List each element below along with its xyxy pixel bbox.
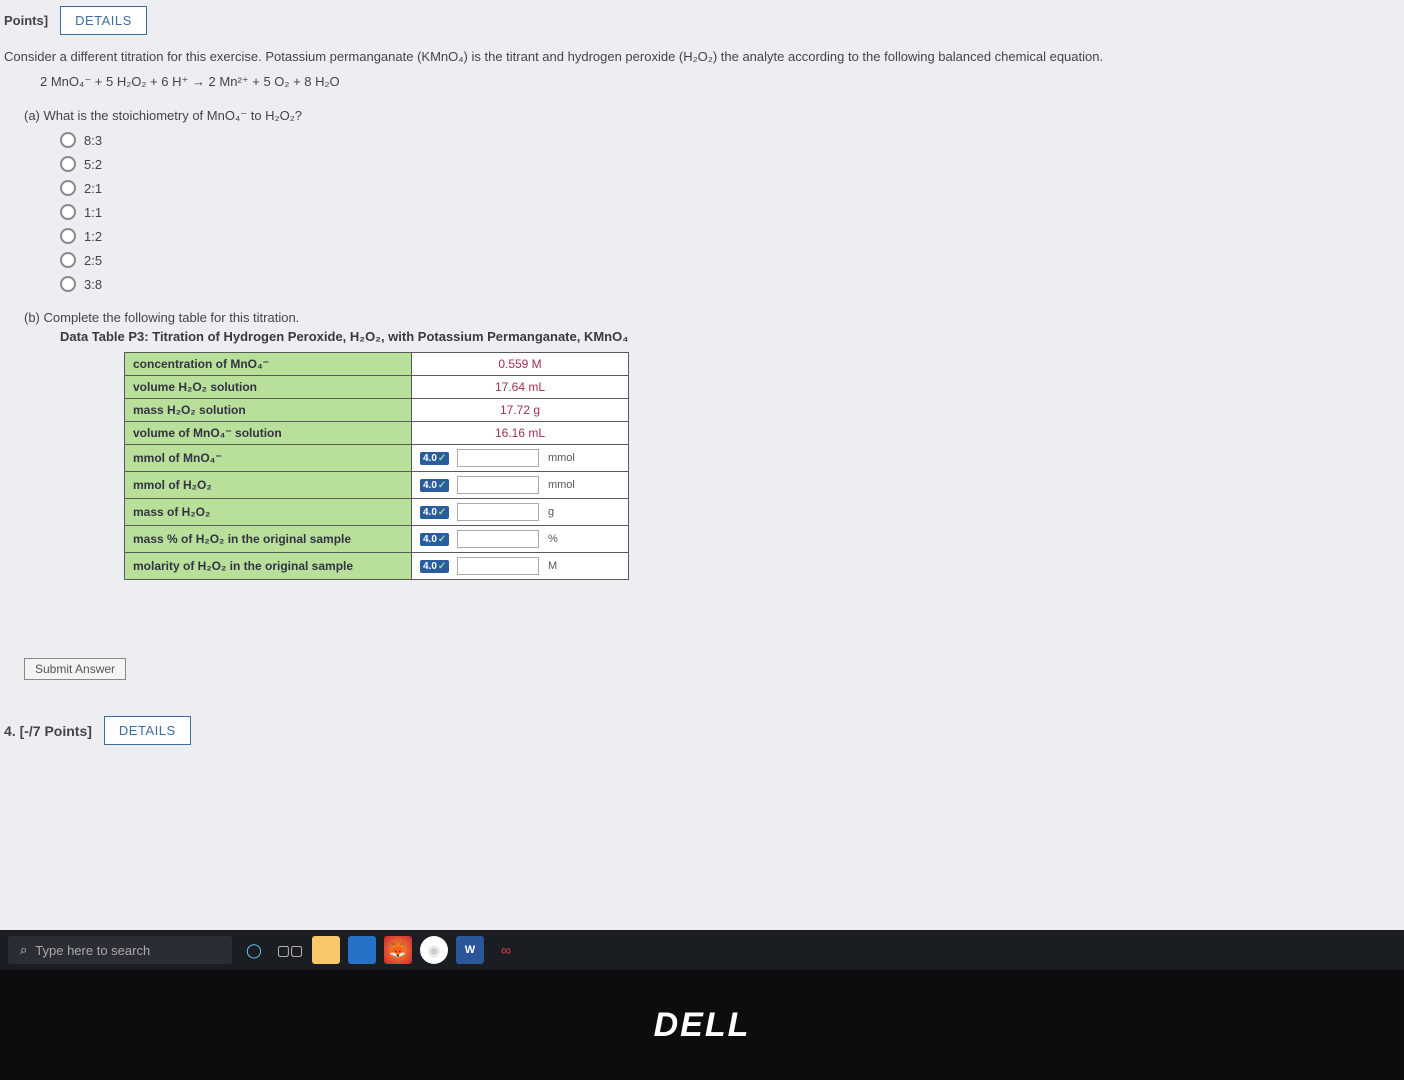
chrome-icon[interactable]: ◉: [420, 936, 448, 964]
option-label: 2:1: [84, 181, 102, 196]
row-label: mass % of H₂O₂ in the original sample: [125, 526, 412, 553]
word-icon[interactable]: W: [456, 936, 484, 964]
part-b-prompt: (b) Complete the following table for thi…: [24, 310, 1380, 325]
marvin-badge-icon[interactable]: 4.0✓: [420, 533, 449, 546]
option-label: 8:3: [84, 133, 102, 148]
option-label: 1:2: [84, 229, 102, 244]
row-label: mmol of H₂O₂: [125, 472, 412, 499]
table-row: concentration of MnO₄⁻ 0.559 M: [125, 353, 629, 376]
row-value: 16.16 mL: [412, 422, 629, 445]
marvin-badge-icon[interactable]: 4.0✓: [420, 479, 449, 492]
table-row: mmol of H₂O₂ 4.0✓ mmol: [125, 472, 629, 499]
part-a: (a) What is the stoichiometry of MnO₄⁻ t…: [24, 108, 1380, 292]
table-row: mass of H₂O₂ 4.0✓ g: [125, 499, 629, 526]
details-button[interactable]: DETAILS: [60, 6, 147, 35]
dell-logo: DELL: [654, 1006, 751, 1045]
task-view-icon[interactable]: ▢▢: [276, 936, 304, 964]
chemical-equation: 2 MnO₄⁻ + 5 H₂O₂ + 6 H⁺ → 2 Mn²⁺ + 5 O₂ …: [40, 74, 1364, 90]
radio-icon: [60, 156, 76, 172]
answer-cell: 4.0✓ g: [412, 499, 629, 526]
radio-option-list: 8:3 5:2 2:1 1:1 1:2 2:5: [60, 132, 1380, 292]
radio-option[interactable]: 1:2: [60, 228, 1380, 244]
answer-input[interactable]: [457, 449, 539, 467]
unit-label: g: [548, 506, 582, 518]
cortana-icon[interactable]: ◯: [240, 936, 268, 964]
row-value: 17.64 mL: [412, 376, 629, 399]
firefox-icon[interactable]: 🦊: [384, 936, 412, 964]
radio-icon: [60, 252, 76, 268]
app-icon[interactable]: ∞: [492, 936, 520, 964]
radio-option[interactable]: 2:5: [60, 252, 1380, 268]
radio-option[interactable]: 3:8: [60, 276, 1380, 292]
row-label: concentration of MnO₄⁻: [125, 353, 412, 376]
laptop-bezel: DELL: [0, 970, 1404, 1080]
answer-cell: 4.0✓ %: [412, 526, 629, 553]
part-a-prompt: (a) What is the stoichiometry of MnO₄⁻ t…: [24, 108, 1380, 124]
search-icon: ⌕: [20, 942, 27, 958]
answer-input[interactable]: [457, 557, 539, 575]
marvin-badge-icon[interactable]: 4.0✓: [420, 560, 449, 573]
radio-option[interactable]: 2:1: [60, 180, 1380, 196]
answer-input[interactable]: [457, 503, 539, 521]
answer-cell: 4.0✓ M: [412, 553, 629, 580]
unit-label: mmol: [548, 479, 582, 491]
data-table: concentration of MnO₄⁻ 0.559 M volume H₂…: [124, 352, 629, 580]
row-value: 17.72 g: [412, 399, 629, 422]
question-header: Points] DETAILS: [0, 0, 1404, 41]
row-label: mass H₂O₂ solution: [125, 399, 412, 422]
row-label: mmol of MnO₄⁻: [125, 445, 412, 472]
answer-cell: 4.0✓ mmol: [412, 472, 629, 499]
marvin-badge-icon[interactable]: 4.0✓: [420, 506, 449, 519]
row-label: volume H₂O₂ solution: [125, 376, 412, 399]
table-caption: Data Table P3: Titration of Hydrogen Per…: [60, 329, 1380, 344]
radio-icon: [60, 228, 76, 244]
option-label: 5:2: [84, 157, 102, 172]
row-label: molarity of H₂O₂ in the original sample: [125, 553, 412, 580]
radio-icon: [60, 204, 76, 220]
marvin-badge-icon[interactable]: 4.0✓: [420, 452, 449, 465]
row-label: mass of H₂O₂: [125, 499, 412, 526]
question-stem: Consider a different titration for this …: [4, 49, 1400, 64]
submit-answer-button[interactable]: Submit Answer: [24, 658, 126, 680]
taskbar-search[interactable]: ⌕ Type here to search: [8, 936, 232, 964]
next-points-label: 4. [-/7 Points]: [4, 723, 92, 739]
table-row: volume of MnO₄⁻ solution 16.16 mL: [125, 422, 629, 445]
part-b: (b) Complete the following table for thi…: [24, 310, 1380, 580]
points-label: Points]: [4, 13, 48, 28]
search-placeholder: Type here to search: [35, 943, 150, 958]
unit-label: mmol: [548, 452, 582, 464]
option-label: 3:8: [84, 277, 102, 292]
unit-label: %: [548, 533, 582, 545]
answer-input[interactable]: [457, 530, 539, 548]
radio-icon: [60, 132, 76, 148]
store-icon[interactable]: [348, 936, 376, 964]
table-row: volume H₂O₂ solution 17.64 mL: [125, 376, 629, 399]
webassign-page: Points] DETAILS Consider a different tit…: [0, 0, 1404, 930]
unit-label: M: [548, 560, 582, 572]
radio-option[interactable]: 5:2: [60, 156, 1380, 172]
answer-cell: 4.0✓ mmol: [412, 445, 629, 472]
next-question-header: 4. [-/7 Points] DETAILS: [0, 710, 1404, 751]
windows-taskbar[interactable]: ⌕ Type here to search ◯ ▢▢ 🦊 ◉ W ∞: [0, 930, 1404, 970]
file-explorer-icon[interactable]: [312, 936, 340, 964]
radio-option[interactable]: 1:1: [60, 204, 1380, 220]
table-row: mass % of H₂O₂ in the original sample 4.…: [125, 526, 629, 553]
option-label: 2:5: [84, 253, 102, 268]
details-button[interactable]: DETAILS: [104, 716, 191, 745]
radio-icon: [60, 180, 76, 196]
radio-icon: [60, 276, 76, 292]
answer-input[interactable]: [457, 476, 539, 494]
table-row: mass H₂O₂ solution 17.72 g: [125, 399, 629, 422]
row-value: 0.559 M: [412, 353, 629, 376]
row-label: volume of MnO₄⁻ solution: [125, 422, 412, 445]
table-row: mmol of MnO₄⁻ 4.0✓ mmol: [125, 445, 629, 472]
radio-option[interactable]: 8:3: [60, 132, 1380, 148]
option-label: 1:1: [84, 205, 102, 220]
table-row: molarity of H₂O₂ in the original sample …: [125, 553, 629, 580]
